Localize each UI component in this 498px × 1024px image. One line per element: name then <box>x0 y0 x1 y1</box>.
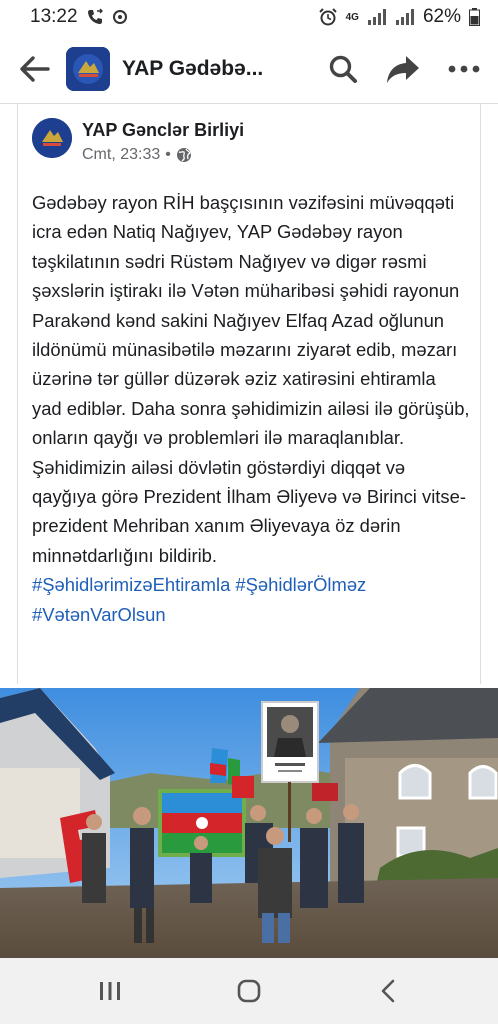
system-back-button[interactable] <box>358 966 418 1016</box>
home-button[interactable] <box>219 966 279 1016</box>
yap-logo-icon <box>66 46 110 91</box>
header-actions <box>328 54 480 84</box>
post-photo[interactable] <box>0 688 498 958</box>
nav-bar <box>0 958 498 1024</box>
meta-separator: • <box>165 146 171 163</box>
hashtag-link[interactable]: #ŞəhidlərÖlməz <box>235 574 366 595</box>
back-arrow-icon <box>20 55 50 82</box>
post-text: Gədəbəy rayon RİH başçısının vəzifəsini … <box>32 192 470 566</box>
post-meta: Cmt, 23:33 • <box>82 146 244 164</box>
search-icon <box>329 55 357 83</box>
sync-icon <box>112 9 128 25</box>
status-right: 4G 62% <box>318 6 480 28</box>
app-header: YAP Gədəbə... <box>0 34 498 104</box>
status-bar: 13:22 4G 62% <box>0 0 498 34</box>
hashtags: #ŞəhidlərimizəEhtiramla #ŞəhidlərÖlməz #… <box>32 570 470 629</box>
page-avatar[interactable] <box>66 46 110 91</box>
post-header: YAP Gənclər Birliyi Cmt, 23:33 • <box>18 104 480 164</box>
back-button[interactable] <box>18 52 52 86</box>
post-timestamp[interactable]: Cmt, 23:33 <box>82 146 160 164</box>
share-button[interactable] <box>386 54 420 84</box>
author-name[interactable]: YAP Gənclər Birliyi <box>82 118 244 142</box>
recent-apps-button[interactable] <box>80 966 140 1016</box>
post-card: YAP Gənclər Birliyi Cmt, 23:33 • Gədəbəy… <box>17 104 481 684</box>
battery-percent: 62% <box>422 6 461 27</box>
status-time: 13:22 <box>30 6 78 27</box>
more-icon <box>448 65 480 72</box>
post-body: Gədəbəy rayon RİH başçısının vəzifəsini … <box>18 188 480 629</box>
more-button[interactable] <box>448 65 480 73</box>
recent-apps-icon <box>99 982 120 1000</box>
globe-icon <box>176 148 191 162</box>
signal-icon <box>367 9 387 25</box>
yap-logo-icon <box>32 118 72 158</box>
battery-icon <box>469 8 480 26</box>
call-forward-icon <box>86 8 104 26</box>
author-meta: YAP Gənclər Birliyi Cmt, 23:33 • <box>82 118 244 164</box>
search-button[interactable] <box>328 54 358 84</box>
status-left: 13:22 <box>30 6 128 28</box>
author-avatar[interactable] <box>32 118 72 158</box>
back-icon <box>382 979 395 1003</box>
hashtag-link[interactable]: #ŞəhidlərimizəEhtiramla <box>32 574 230 595</box>
photo-procession <box>0 688 498 958</box>
alarm-icon <box>318 7 338 27</box>
signal-icon-2 <box>395 9 415 25</box>
share-icon <box>387 55 419 83</box>
hashtag-link[interactable]: #VətənVarOlsun <box>32 604 166 625</box>
network-type: 4G <box>345 11 359 23</box>
home-icon <box>237 979 261 1003</box>
page-title[interactable]: YAP Gədəbə... <box>122 57 263 81</box>
